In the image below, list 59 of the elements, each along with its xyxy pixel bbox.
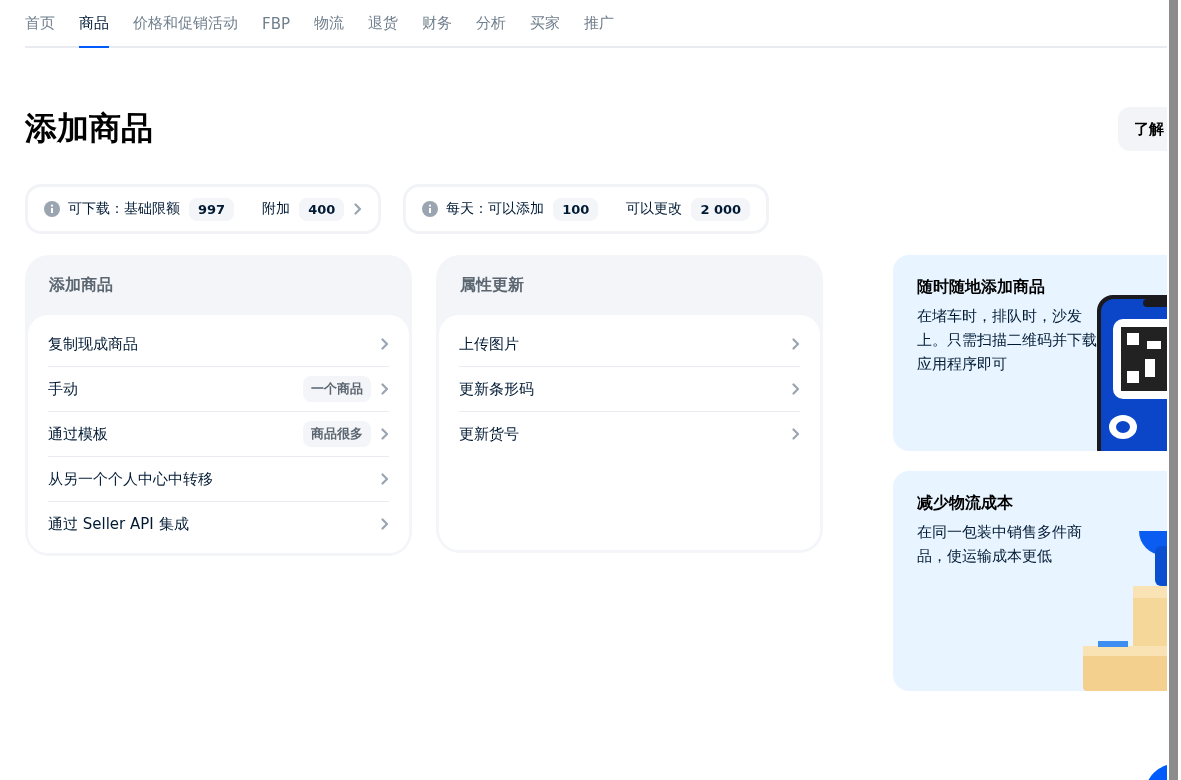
learn-more-button[interactable]: 了解 <box>1118 107 1167 151</box>
chevron-right-icon <box>792 338 800 350</box>
chevron-right-icon <box>792 428 800 440</box>
menu-item[interactable]: 从另一个个人中心中转移 <box>48 456 389 501</box>
menu-item-label: 通过 Seller API 集成 <box>48 514 190 534</box>
menu-item-label: 复制现成商品 <box>48 334 139 354</box>
limit-label: 可下载：基础限额 <box>68 200 180 218</box>
item-tag: 一个商品 <box>303 376 371 402</box>
menu-item-label: 从另一个个人中心中转移 <box>48 469 214 489</box>
promo-title: 减少物流成本 <box>917 493 1014 514</box>
nav-tab[interactable]: 首页 <box>25 0 55 48</box>
menu-item[interactable]: 通过 Seller API 集成 <box>48 501 389 546</box>
menu-item[interactable]: 手动 一个商品 <box>48 366 389 411</box>
nav-tab[interactable]: 退货 <box>367 0 398 48</box>
promo-text: 在同一包装中销售多件商品，使运输成本更低 <box>917 522 1083 567</box>
limit-card[interactable]: 可下载：基础限额 997 附加 400 <box>25 184 382 234</box>
chevron-right-icon <box>381 428 389 440</box>
nav-tab[interactable]: 价格和促销活动 <box>133 0 238 48</box>
limit-label: 可以更改 <box>626 200 683 218</box>
nav-tab[interactable]: 分析 <box>475 0 506 48</box>
promo-card[interactable]: 减少物流成本 在同一包装中销售多件商品，使运输成本更低 <box>893 471 1167 691</box>
info-icon <box>44 201 60 217</box>
nav-tab[interactable]: 买家 <box>529 0 560 48</box>
panel-title: 添加商品 <box>48 273 114 296</box>
nav-tab[interactable]: 推广 <box>583 0 614 48</box>
menu-item-label: 更新货号 <box>459 424 520 444</box>
limit-label: 附加 <box>262 200 291 218</box>
menu-item-label: 手动 <box>48 379 79 399</box>
item-tag: 商品很多 <box>303 421 371 447</box>
menu-item-label: 更新条形码 <box>459 379 535 399</box>
limit-label: 每天：可以添加 <box>446 200 545 218</box>
panel-title: 属性更新 <box>459 273 525 296</box>
limit-value: 2 000 <box>691 197 751 221</box>
promo-card[interactable]: 随时随地添加商品 在堵车时，排队时，沙发上。只需扫描二维码并下载应用程序即可 <box>893 255 1167 451</box>
nav-tab[interactable]: 财务 <box>421 0 452 48</box>
chevron-right-icon <box>792 383 800 395</box>
menu-item-label: 上传图片 <box>459 334 520 354</box>
info-icon <box>422 201 439 217</box>
limit-value: 100 <box>553 197 599 221</box>
menu-item[interactable]: 复制现成商品 <box>48 322 389 366</box>
nav-tab[interactable]: 物流 <box>313 0 344 48</box>
limit-value: 997 <box>189 197 235 221</box>
limit-value: 400 <box>299 197 345 221</box>
menu-item[interactable]: 更新货号 <box>459 411 800 456</box>
promo-text: 在堵车时，排队时，沙发上。只需扫描二维码并下载应用程序即可 <box>917 306 1098 375</box>
chevron-right-icon <box>381 518 389 530</box>
chevron-right-icon <box>381 383 389 395</box>
menu-item-label: 通过模板 <box>48 424 109 444</box>
menu-item[interactable]: 通过模板 商品很多 <box>48 411 389 456</box>
scrollbar[interactable] <box>1169 0 1178 780</box>
chevron-right-icon <box>354 203 363 215</box>
promo-title: 随时随地添加商品 <box>917 277 1046 298</box>
page-title: 添加商品 <box>25 108 153 149</box>
chevron-right-icon <box>381 473 389 485</box>
menu-item[interactable]: 更新条形码 <box>459 366 800 411</box>
menu-item[interactable]: 上传图片 <box>459 322 800 366</box>
nav-tab[interactable]: 商品 <box>79 0 109 48</box>
chevron-right-icon <box>381 338 389 350</box>
nav-tab[interactable]: FBP <box>262 0 290 48</box>
